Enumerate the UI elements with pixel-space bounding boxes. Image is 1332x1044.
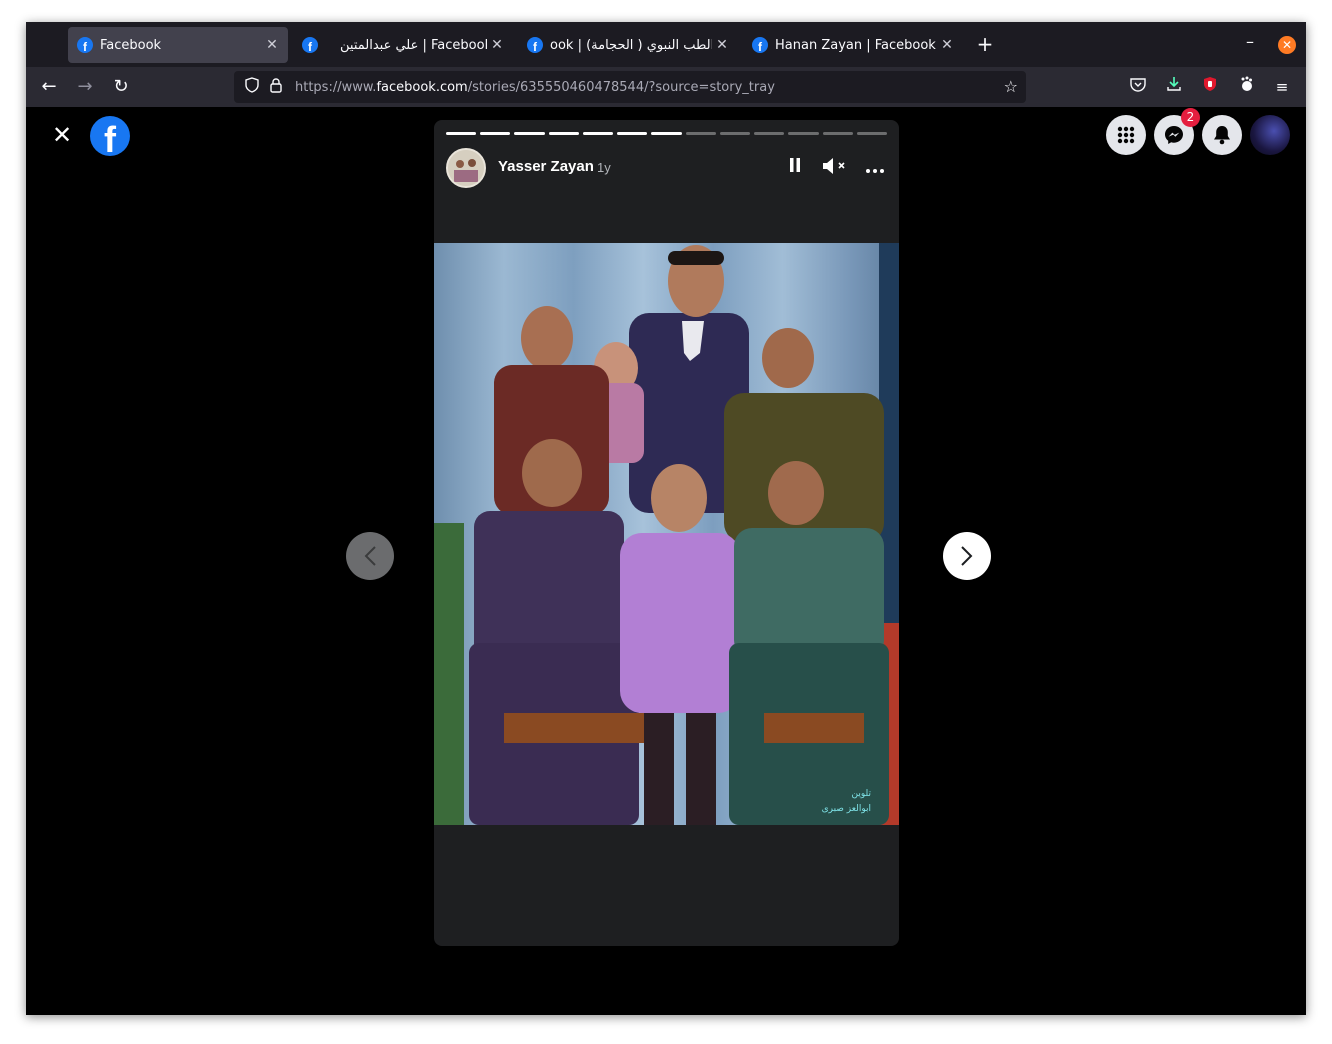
photo-watermark: تلوين ابوالعز صبرى — [821, 789, 871, 814]
notifications-button[interactable] — [1202, 115, 1242, 155]
tab-close-icon[interactable]: ✕ — [487, 37, 507, 53]
messenger-icon — [1165, 126, 1183, 144]
url-text: https://www.facebook.com/stories/6355504… — [295, 79, 775, 95]
muted-speaker-icon[interactable] — [822, 157, 846, 179]
story-progress-bar — [446, 132, 888, 135]
chevron-left-icon — [364, 546, 376, 566]
story-progress-segment — [788, 132, 819, 135]
next-story-button[interactable] — [943, 532, 991, 580]
gnome-extension-icon[interactable] — [1235, 76, 1257, 98]
tab-strip: f Facebook ✕ f علي عبدالمتين | Facebook … — [26, 22, 1306, 67]
tab-hijama[interactable]: f ook | (الحجامة ) الطب النبوي ✕ — [518, 27, 738, 63]
new-tab-button[interactable]: + — [974, 34, 996, 56]
downloads-icon[interactable] — [1163, 76, 1185, 98]
facebook-favicon-icon: f — [77, 37, 93, 53]
address-bar[interactable]: https://www.facebook.com/stories/6355504… — [234, 71, 1026, 103]
notifications-bell-icon — [1214, 126, 1230, 145]
story-viewer: ✕ f 2 Yasser Zayan 1y تلوين ابوالعز صبرى — [26, 107, 1306, 1015]
tab-title: علي عبدالمتين | Facebook — [340, 37, 487, 53]
story-progress-segment — [685, 132, 716, 135]
story-progress-segment — [651, 132, 682, 135]
tab-close-icon[interactable]: ✕ — [712, 37, 732, 53]
tab-hanan-zayan[interactable]: f Hanan Zayan | Facebook ✕ — [743, 27, 963, 63]
messenger-badge: 2 — [1181, 108, 1200, 127]
pocket-icon[interactable] — [1127, 76, 1149, 98]
tab-title: Facebook — [100, 37, 162, 53]
chevron-right-icon — [961, 546, 973, 566]
facebook-logo[interactable]: f — [90, 116, 130, 156]
story-photo: تلوين ابوالعز صبرى — [434, 243, 899, 825]
account-avatar[interactable] — [1250, 115, 1290, 155]
ublock-extension-icon[interactable] — [1199, 76, 1221, 98]
minimize-button[interactable]: – — [1246, 32, 1254, 51]
facebook-favicon-icon: f — [752, 37, 768, 53]
tab-title: Hanan Zayan | Facebook — [775, 37, 936, 53]
story-author-avatar[interactable] — [446, 148, 486, 188]
story-progress-segment — [514, 132, 545, 135]
tab-ali-abdelmateen[interactable]: f علي عبدالمتين | Facebook ✕ — [293, 27, 513, 63]
story-card: Yasser Zayan 1y تلوين ابوالعز صبرى — [434, 120, 899, 946]
story-progress-segment — [548, 132, 579, 135]
pause-icon[interactable] — [783, 157, 807, 179]
lock-icon[interactable] — [267, 77, 285, 97]
menu-grid-icon[interactable] — [1106, 115, 1146, 155]
nav-toolbar: ← → ↻ https://www.facebook.com/stories/6… — [26, 67, 1306, 107]
browser-window: f Facebook ✕ f علي عبدالمتين | Facebook … — [26, 22, 1306, 1015]
story-progress-segment — [856, 132, 888, 135]
story-progress-segment — [822, 132, 853, 135]
story-progress-segment — [446, 132, 477, 135]
back-button[interactable]: ← — [38, 76, 60, 98]
close-icon[interactable]: ✕ — [48, 121, 76, 149]
more-icon[interactable] — [863, 157, 887, 179]
story-progress-segment — [617, 132, 648, 135]
window-close-button[interactable]: ✕ — [1278, 36, 1296, 54]
shield-icon[interactable] — [243, 77, 261, 97]
story-progress-segment — [582, 132, 614, 135]
previous-story-button[interactable] — [346, 532, 394, 580]
story-header: Yasser Zayan 1y — [446, 147, 887, 189]
bookmark-star-icon[interactable]: ☆ — [1004, 77, 1018, 96]
tab-close-icon[interactable]: ✕ — [937, 37, 957, 53]
story-progress-segment — [719, 132, 751, 135]
tab-close-icon[interactable]: ✕ — [262, 37, 282, 53]
story-timestamp: 1y — [597, 160, 611, 175]
story-progress-segment — [480, 132, 511, 135]
messenger-button[interactable]: 2 — [1154, 108, 1200, 155]
tab-title: ook | (الحجامة ) الطب النبوي — [550, 37, 712, 53]
story-author-name[interactable]: Yasser Zayan — [498, 158, 594, 175]
hamburger-menu-icon[interactable]: ≡ — [1271, 76, 1293, 98]
tab-facebook[interactable]: f Facebook ✕ — [68, 27, 288, 63]
reload-button[interactable]: ↻ — [110, 76, 132, 98]
forward-button[interactable]: → — [74, 76, 96, 98]
story-progress-segment — [754, 132, 785, 135]
facebook-favicon-icon: f — [302, 37, 318, 53]
facebook-favicon-icon: f — [527, 37, 543, 53]
